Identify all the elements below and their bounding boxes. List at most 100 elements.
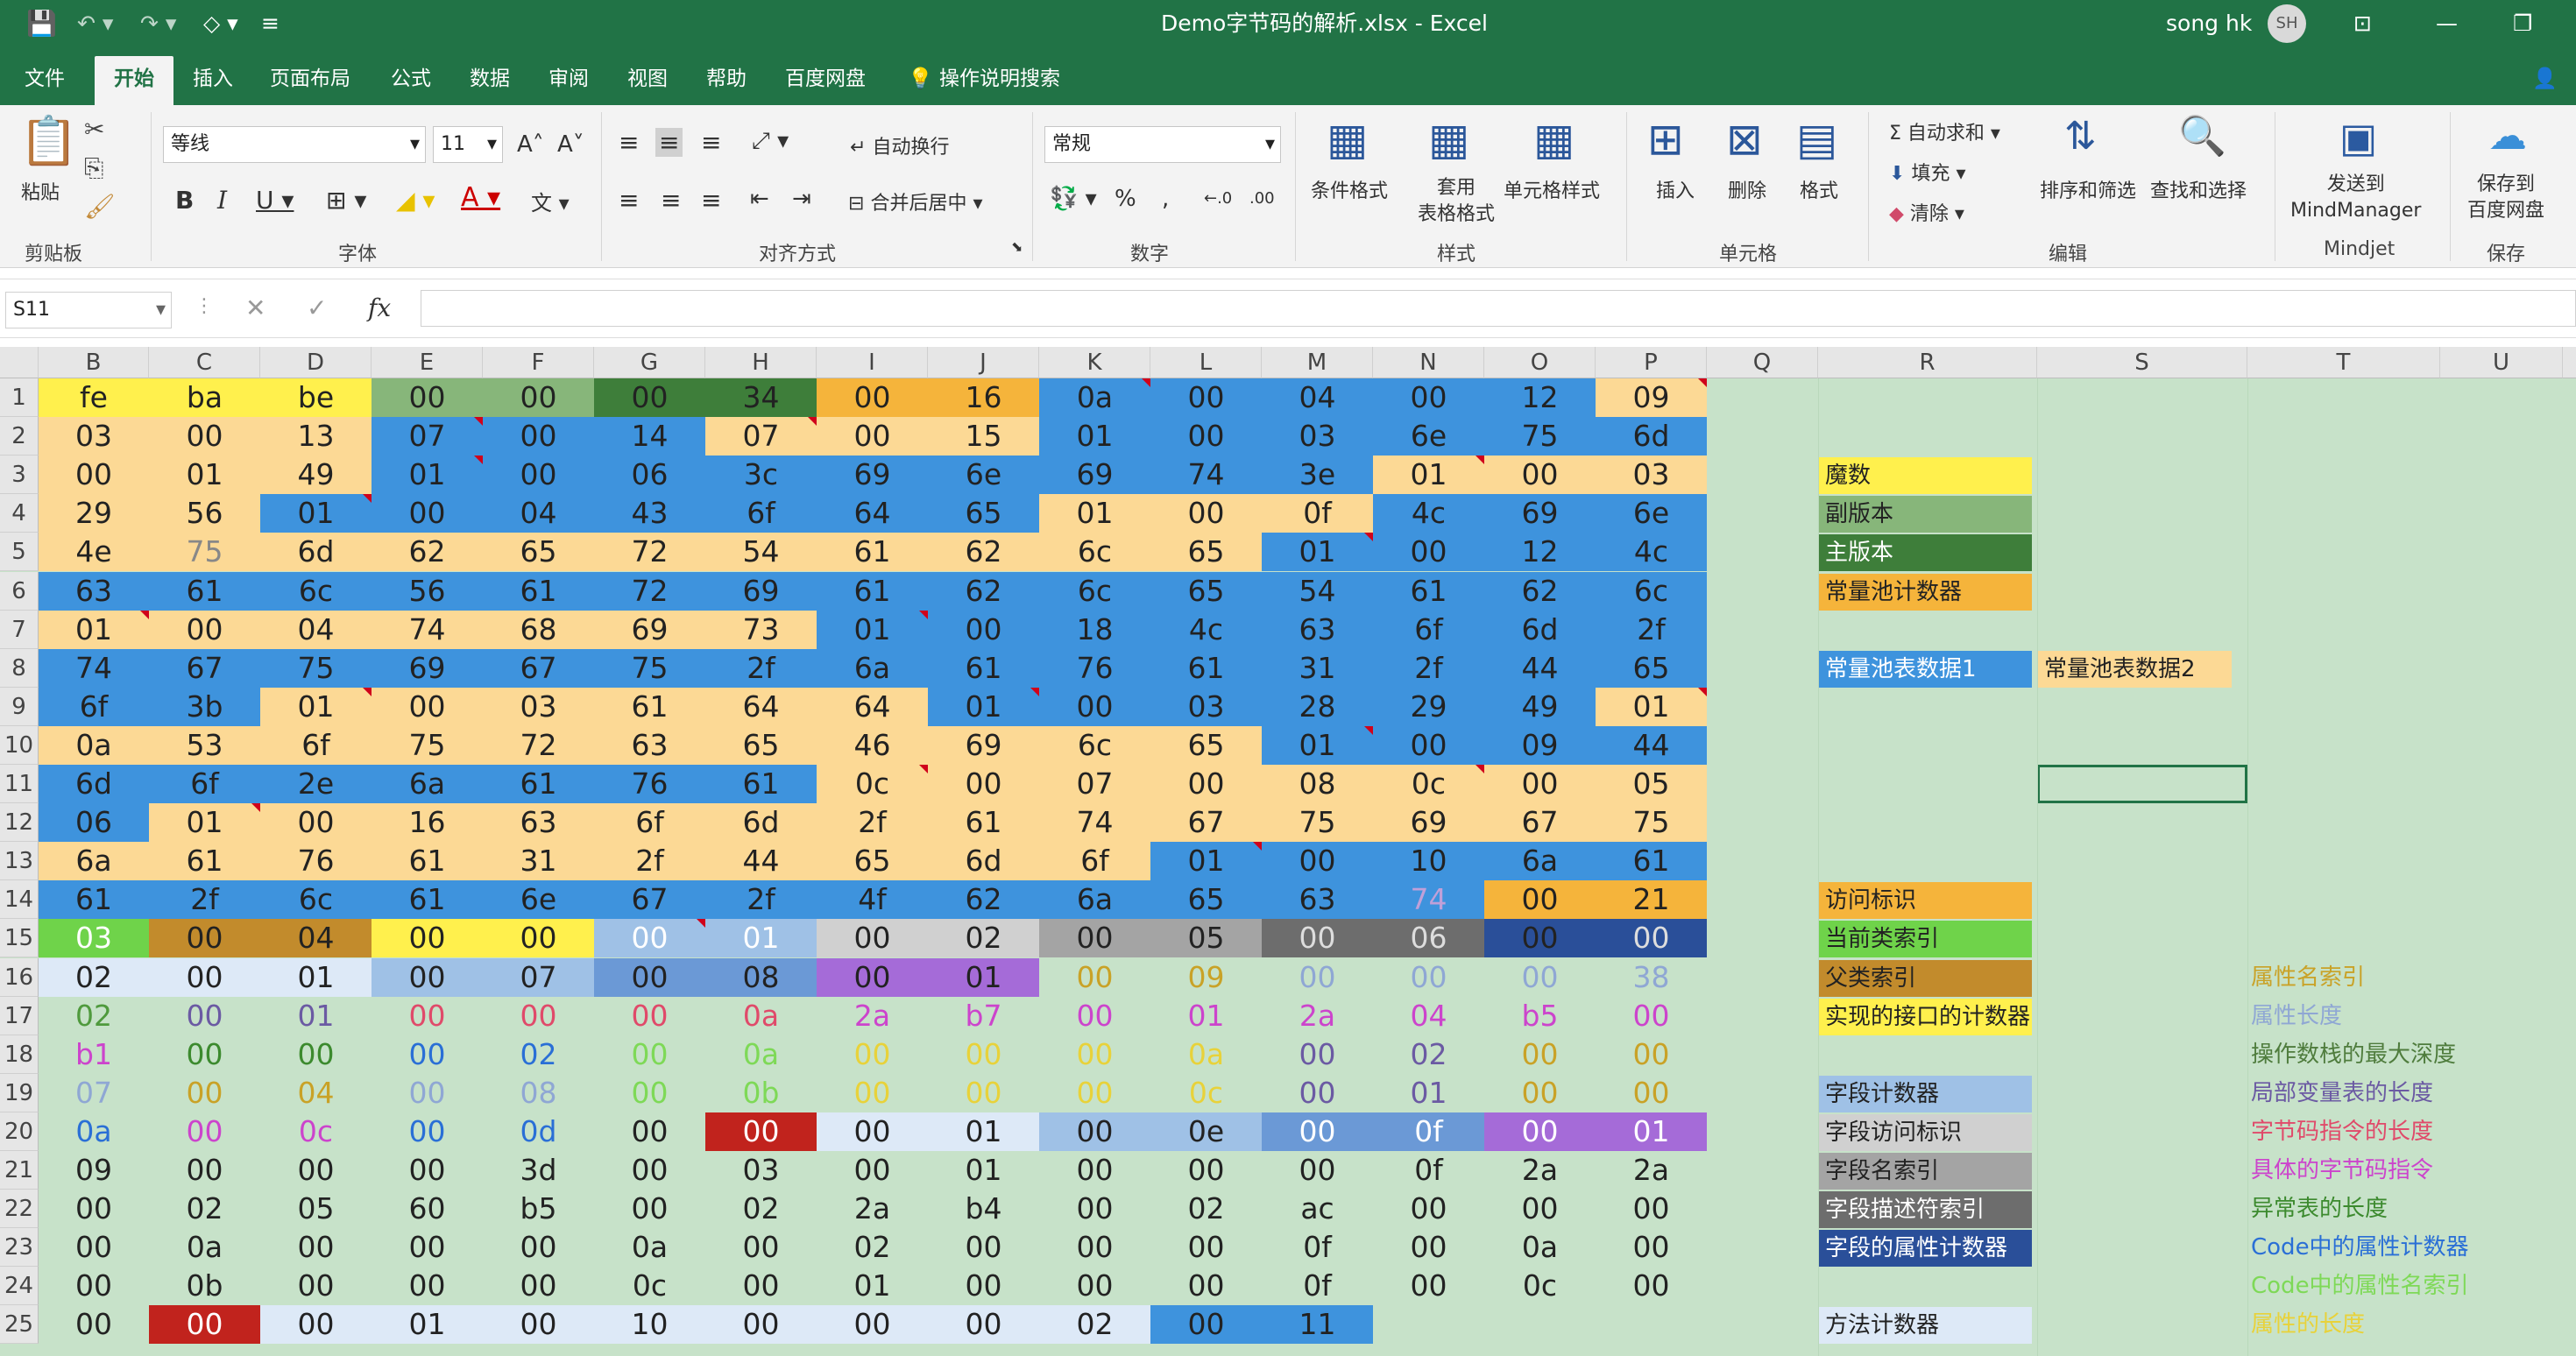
cell[interactable]: 00 xyxy=(1596,1074,1707,1112)
cell[interactable]: 0a xyxy=(39,1112,149,1151)
cell[interactable]: 76 xyxy=(260,842,372,881)
column-header[interactable]: B xyxy=(39,347,149,378)
cell[interactable]: 04 xyxy=(1262,378,1373,418)
cell[interactable]: 2f xyxy=(149,880,260,920)
cell[interactable]: 00 xyxy=(149,1112,260,1151)
cell[interactable]: 00 xyxy=(1150,765,1262,804)
cell[interactable]: 0e xyxy=(1150,1112,1262,1151)
cell[interactable]: 00 xyxy=(372,687,483,726)
row-header[interactable]: 16 xyxy=(0,957,39,997)
comment-indicator[interactable] xyxy=(1698,378,1707,387)
cell[interactable]: 01 xyxy=(372,1305,483,1345)
cell[interactable]: 65 xyxy=(705,725,817,765)
cell[interactable]: 00 xyxy=(928,1074,1039,1112)
sort-filter-button[interactable]: 排序和筛选 xyxy=(2040,175,2136,203)
column-header[interactable]: I xyxy=(817,347,928,378)
cell[interactable]: 11 xyxy=(1262,1305,1373,1345)
tab-formulas[interactable]: 公式 xyxy=(372,56,450,105)
undo-icon[interactable]: ↶ ▾ xyxy=(77,0,113,47)
column-header[interactable]: U xyxy=(2440,347,2563,378)
cell[interactable]: 16 xyxy=(928,378,1039,418)
delete-cells-icon[interactable]: ⊠ xyxy=(1726,117,1763,161)
cell[interactable]: 00 xyxy=(1373,1190,1484,1228)
font-color-icon[interactable]: A ▾ xyxy=(461,182,500,213)
cell[interactable]: 6f xyxy=(260,725,372,765)
cell[interactable]: 01 xyxy=(817,610,928,649)
column-header[interactable]: F xyxy=(483,347,594,378)
legend-label[interactable]: 父类索引 xyxy=(1818,959,2032,997)
row-header[interactable]: 7 xyxy=(0,610,39,649)
note-label[interactable]: 局部变量表的长度 xyxy=(2251,1074,2433,1112)
cell[interactable]: 0a xyxy=(705,1035,817,1074)
cell[interactable]: 00 xyxy=(483,456,594,495)
cell[interactable]: 6d xyxy=(39,765,149,804)
cell[interactable]: 0c xyxy=(1373,765,1484,804)
cell[interactable]: 6d xyxy=(705,803,817,843)
cell[interactable]: 2a xyxy=(1484,1151,1596,1190)
cell[interactable]: 2f xyxy=(705,648,817,688)
column-header[interactable]: N xyxy=(1373,347,1484,378)
legend-label[interactable]: 副版本 xyxy=(1818,496,2032,533)
cell[interactable]: 54 xyxy=(1262,571,1373,611)
note-label[interactable]: 异常表的长度 xyxy=(2251,1190,2388,1228)
cell[interactable]: 00 xyxy=(1262,1151,1373,1190)
legend-label[interactable]: 常量池表数据1 xyxy=(1818,650,2032,688)
cell[interactable]: 75 xyxy=(1484,417,1596,456)
row-header[interactable]: 24 xyxy=(0,1267,39,1306)
user-name[interactable]: song hk xyxy=(2166,0,2252,47)
cell[interactable]: 00 xyxy=(594,1112,705,1151)
cell[interactable]: 00 xyxy=(149,610,260,649)
column-header[interactable]: V xyxy=(2563,347,2576,378)
comma-icon[interactable]: , xyxy=(1162,186,1169,212)
cell[interactable]: 00 xyxy=(372,919,483,958)
cell[interactable]: 4c xyxy=(1150,610,1262,649)
mindmanager-icon[interactable]: ▣ xyxy=(2339,117,2377,158)
legend-label[interactable]: 魔数 xyxy=(1818,457,2032,495)
cell[interactable]: 00 xyxy=(817,1305,928,1345)
touch-mode-icon[interactable]: ◇ ▾ xyxy=(203,0,238,47)
cell[interactable]: 21 xyxy=(1596,880,1707,920)
cell[interactable]: 00 xyxy=(1039,1151,1150,1190)
cell[interactable]: 12 xyxy=(1484,533,1596,572)
cell[interactable]: 6c xyxy=(1039,571,1150,611)
cell[interactable]: 00 xyxy=(594,378,705,418)
cell[interactable]: 00 xyxy=(1262,919,1373,958)
column-header[interactable]: Q xyxy=(1707,347,1818,378)
cell[interactable]: 63 xyxy=(483,803,594,843)
cell[interactable]: 00 xyxy=(149,1074,260,1112)
cell[interactable]: 2e xyxy=(260,765,372,804)
cell[interactable]: 0a xyxy=(1150,1035,1262,1074)
wrap-text-button[interactable]: ↵ 自动换行 xyxy=(850,131,949,159)
column-header[interactable]: S xyxy=(2037,347,2247,378)
restore-icon[interactable]: ❐ xyxy=(2513,0,2532,47)
cell[interactable]: 6c xyxy=(260,880,372,920)
enter-icon[interactable]: ✓ xyxy=(307,293,327,322)
cell[interactable]: 0d xyxy=(483,1112,594,1151)
cell[interactable]: 07 xyxy=(1039,765,1150,804)
cell[interactable]: 49 xyxy=(260,456,372,495)
cell[interactable]: 4c xyxy=(1596,533,1707,572)
paste-icon[interactable]: 📋 xyxy=(19,117,78,165)
save-to-baidu-button[interactable]: 保存到 百度网盘 xyxy=(2467,172,2544,224)
cell[interactable]: 0f xyxy=(1373,1151,1484,1190)
increase-indent-icon[interactable]: ⇥ xyxy=(792,186,811,212)
cell[interactable]: 10 xyxy=(1373,842,1484,881)
cell[interactable]: 00 xyxy=(817,1074,928,1112)
cell[interactable]: 03 xyxy=(1262,417,1373,456)
comment-indicator[interactable] xyxy=(919,765,928,773)
cell[interactable]: 00 xyxy=(372,1151,483,1190)
cell[interactable]: 6c xyxy=(1039,533,1150,572)
note-label[interactable]: 属性的长度 xyxy=(2251,1305,2365,1344)
cell[interactable]: 61 xyxy=(39,880,149,920)
dialog-launcher-icon[interactable]: ⬊ xyxy=(1011,238,1023,255)
cell[interactable]: 00 xyxy=(1373,725,1484,765)
cell[interactable]: 00 xyxy=(372,1074,483,1112)
cell[interactable]: 00 xyxy=(149,417,260,456)
cell[interactable]: 09 xyxy=(39,1151,149,1190)
cell[interactable]: 06 xyxy=(1373,919,1484,958)
cell[interactable]: 65 xyxy=(483,533,594,572)
cell[interactable]: 61 xyxy=(928,648,1039,688)
cell[interactable]: 00 xyxy=(1039,958,1150,997)
cell[interactable]: 74 xyxy=(39,648,149,688)
cell[interactable]: 01 xyxy=(260,997,372,1035)
